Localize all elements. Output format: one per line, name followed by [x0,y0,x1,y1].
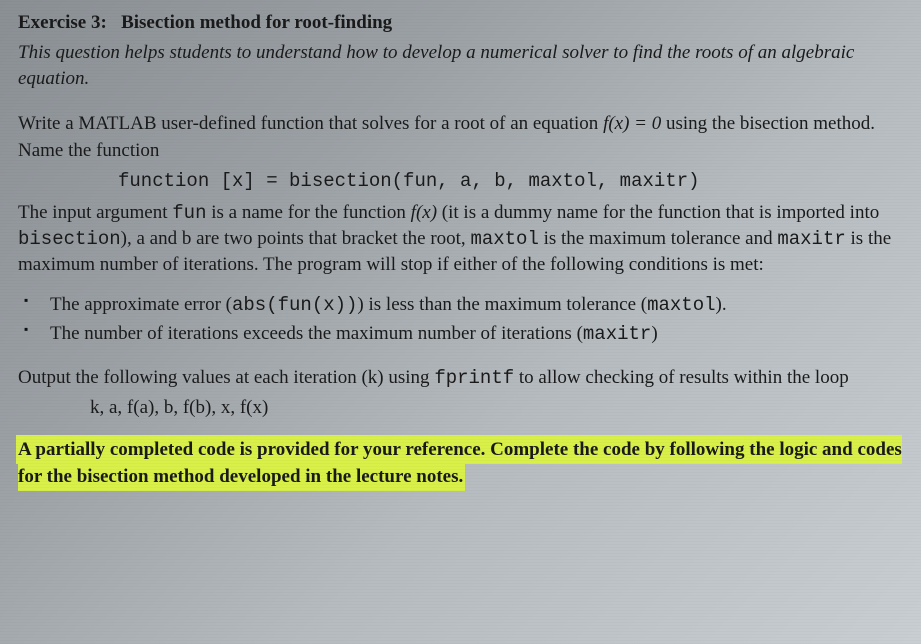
code-maxitr: maxitr [777,228,845,250]
cond1-b: ) is less than the maximum tolerance ( [357,294,647,315]
para3-a: Output the following values at each iter… [18,367,434,388]
para3-b: to allow checking of results within the … [514,367,849,388]
conditions-list: The approximate error (abs(fun(x))) is l… [18,292,903,346]
exercise-title: Bisection method for root-finding [121,12,392,33]
intro-paragraph: This question helps students to understa… [18,40,903,91]
cond1-a: The approximate error ( [50,294,232,315]
code-fun: fun [172,202,206,224]
highlight-wrap: A partially completed code is provided f… [18,437,903,491]
code-maxtol: maxtol [470,228,538,250]
highlighted-note: A partially completed code is provided f… [18,437,902,489]
para1-text-a: Write a MATLAB user-defined function tha… [18,113,603,134]
cond1-code: abs(fun(x)) [232,294,357,316]
outvals-text: k, a, f(a), b, f(b), x, f(x) [90,397,268,418]
paragraph-2: The input argument fun is a name for the… [18,200,903,279]
condition-item-2: The number of iterations exceeds the max… [18,321,903,347]
cond2-b: ) [651,323,657,344]
output-values: k, a, f(a), b, f(b), x, f(x) [18,397,903,419]
cond1-code2: maxtol [647,294,715,316]
cond2-a: The number of iterations exceeds the max… [50,323,583,344]
math-fx: f(x) [411,202,437,223]
equation-fx0: f(x) = 0 [603,113,661,134]
para2-e: is the maximum tolerance and [539,228,777,249]
para2-d: ), a and b are two points that bracket t… [121,228,471,249]
code-bisection: bisection [18,228,121,250]
code-fprintf: fprintf [434,367,514,389]
paragraph-1: Write a MATLAB user-defined function tha… [18,111,903,163]
para2-b: is a name for the function [206,202,410,223]
exercise-heading: Exercise 3: Bisection method for root-fi… [18,12,903,34]
condition-item-1: The approximate error (abs(fun(x))) is l… [18,292,903,318]
para2-c: (it is a dummy name for the function tha… [437,202,879,223]
paragraph-3: Output the following values at each iter… [18,365,903,391]
para2-a: The input argument [18,202,172,223]
cond2-code: maxitr [583,323,651,345]
cond1-c: ). [716,294,727,315]
function-signature: function [x] = bisection(fun, a, b, maxt… [18,170,903,192]
exercise-label: Exercise 3: [18,12,107,33]
